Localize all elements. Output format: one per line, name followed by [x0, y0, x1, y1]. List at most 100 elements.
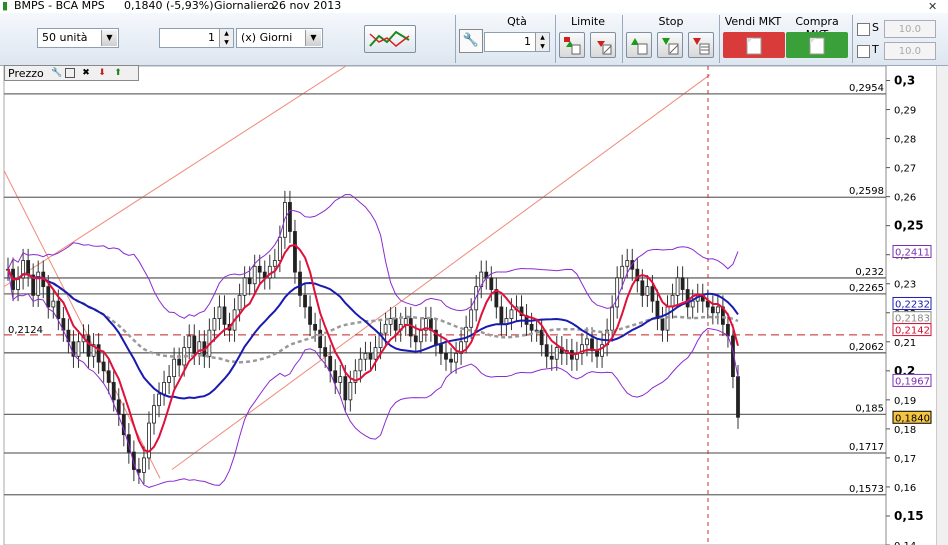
candle-body: [403, 318, 408, 325]
y-tick-label: 0,16: [894, 483, 916, 494]
sell-market-button[interactable]: [723, 32, 785, 58]
date-label: 26 nov 2013: [272, 0, 342, 12]
candle-body: [247, 277, 252, 285]
close-icon[interactable]: ✕: [928, 0, 937, 13]
title-bar: ▮ BMPS - BCA MPS 0,1840 (-5,93%) Giornal…: [0, 0, 948, 14]
sell-icon: [746, 37, 762, 55]
y-tick-label: 0,3: [894, 74, 915, 88]
candle-body: [348, 382, 353, 401]
limite-label: Limite: [570, 15, 606, 28]
t-checkbox[interactable]: [857, 45, 870, 58]
candle-body: [715, 306, 720, 314]
candle-body: [162, 382, 166, 395]
candle-body: [101, 361, 106, 372]
period-count-value: 1: [208, 31, 215, 44]
candle-body: [544, 344, 549, 357]
candle-body: [86, 335, 91, 357]
indicators-button[interactable]: [364, 25, 416, 53]
qta-stepper[interactable]: 1 ▲ ▼: [484, 32, 550, 52]
candle-body: [388, 318, 393, 325]
price-panel-header: Prezzo 🔧 ✖ ⬇ ⬆: [4, 65, 139, 81]
candle-body: [529, 323, 534, 331]
price-badge-label: 0,2142: [895, 326, 930, 337]
candle-body: [328, 355, 333, 372]
chevron-down-icon: ▼: [305, 30, 321, 46]
candle-body: [454, 352, 458, 363]
price-level-label: 0,1573: [849, 484, 884, 495]
arrow-down-icon[interactable]: ⬇: [97, 68, 107, 78]
candle-body: [172, 358, 177, 378]
maximize-icon[interactable]: [65, 68, 75, 78]
s-checkbox[interactable]: [857, 23, 870, 36]
t-value-field[interactable]: 10.0: [884, 42, 936, 60]
candle-body: [323, 347, 328, 357]
stop-sell-button[interactable]: [657, 32, 683, 58]
vertical-scrollbar[interactable]: [936, 66, 948, 545]
spinner-icon[interactable]: ▲ ▼: [535, 33, 549, 51]
candle-body: [418, 329, 423, 343]
qta-value: 1: [524, 35, 531, 48]
wrench-icon[interactable]: 🔧: [51, 68, 62, 78]
candle-body: [690, 300, 695, 308]
period-unit-value: (x) Giorni: [241, 31, 293, 44]
candle-body: [549, 355, 554, 360]
period-count-stepper[interactable]: 1 ▲ ▼: [159, 28, 234, 48]
limit-sell-button[interactable]: [590, 32, 616, 58]
candle-body: [187, 335, 192, 348]
quantity-unit-select[interactable]: 50 unità ▼: [37, 28, 119, 48]
candle-body: [373, 347, 378, 360]
candle-body: [625, 260, 630, 267]
price-level-label: 0,2062: [849, 342, 884, 353]
quantity-unit-value: 50 unità: [42, 31, 88, 44]
candle-body: [343, 376, 348, 401]
candle-body: [298, 271, 302, 296]
candle-body: [610, 306, 615, 331]
candle-body: [660, 318, 665, 331]
y-tick-label: 0,15: [894, 509, 924, 523]
wrench-icon[interactable]: 🔧: [459, 29, 483, 53]
candle-body: [303, 294, 307, 308]
candle-body: [293, 231, 297, 273]
panel-title: Prezzo: [8, 67, 44, 80]
candle-body: [56, 300, 61, 319]
candle-body: [237, 294, 242, 311]
price-level-label: 0,2265: [849, 283, 884, 294]
y-tick-label: 0,28: [894, 135, 916, 146]
candle-body: [252, 265, 257, 285]
stop-trailing-button[interactable]: [688, 32, 714, 58]
period-unit-select[interactable]: (x) Giorni ▼: [236, 28, 323, 48]
candle-body: [680, 277, 685, 290]
candle-body: [655, 300, 660, 319]
candle-body: [338, 376, 343, 383]
candle-body: [51, 300, 56, 308]
candle-body: [142, 457, 146, 473]
candle-body: [363, 352, 368, 360]
close-icon[interactable]: ✖: [81, 68, 91, 78]
y-tick-label: 0,25: [894, 219, 924, 233]
candle-body: [685, 289, 690, 308]
price-chart: 0,30,290,280,270,260,250,240,230,220,210…: [3, 66, 936, 545]
spinner-icon[interactable]: ▲ ▼: [219, 29, 233, 47]
candle-body: [645, 286, 650, 296]
candle-body: [393, 318, 398, 331]
stop-buy-button[interactable]: [626, 32, 652, 58]
candle-body: [96, 344, 101, 363]
buy-market-button[interactable]: [786, 32, 848, 58]
limit-buy-button[interactable]: [559, 32, 585, 58]
candle-body: [413, 335, 418, 343]
price-level-label: 0,185: [855, 403, 884, 414]
candle-body: [167, 376, 172, 383]
price-level-label: 0,2598: [849, 186, 884, 197]
candle-body: [439, 344, 443, 354]
t-label: T: [872, 43, 879, 56]
sell-market-label: Vendi MKT: [724, 15, 782, 28]
price-badge-label: 0,1967: [895, 376, 930, 387]
limit-buy-icon: [564, 37, 581, 55]
price-badge-label: 0,2411: [895, 248, 930, 259]
candle-body: [212, 318, 217, 331]
s-value-field[interactable]: 10.0: [884, 20, 936, 38]
y-tick-label: 0,29: [894, 106, 916, 117]
arrow-up-icon[interactable]: ⬆: [113, 68, 123, 78]
dashed-level-label: 0,2124: [8, 325, 43, 336]
price-change-label: 0,1840 (-5,93%): [124, 0, 214, 12]
